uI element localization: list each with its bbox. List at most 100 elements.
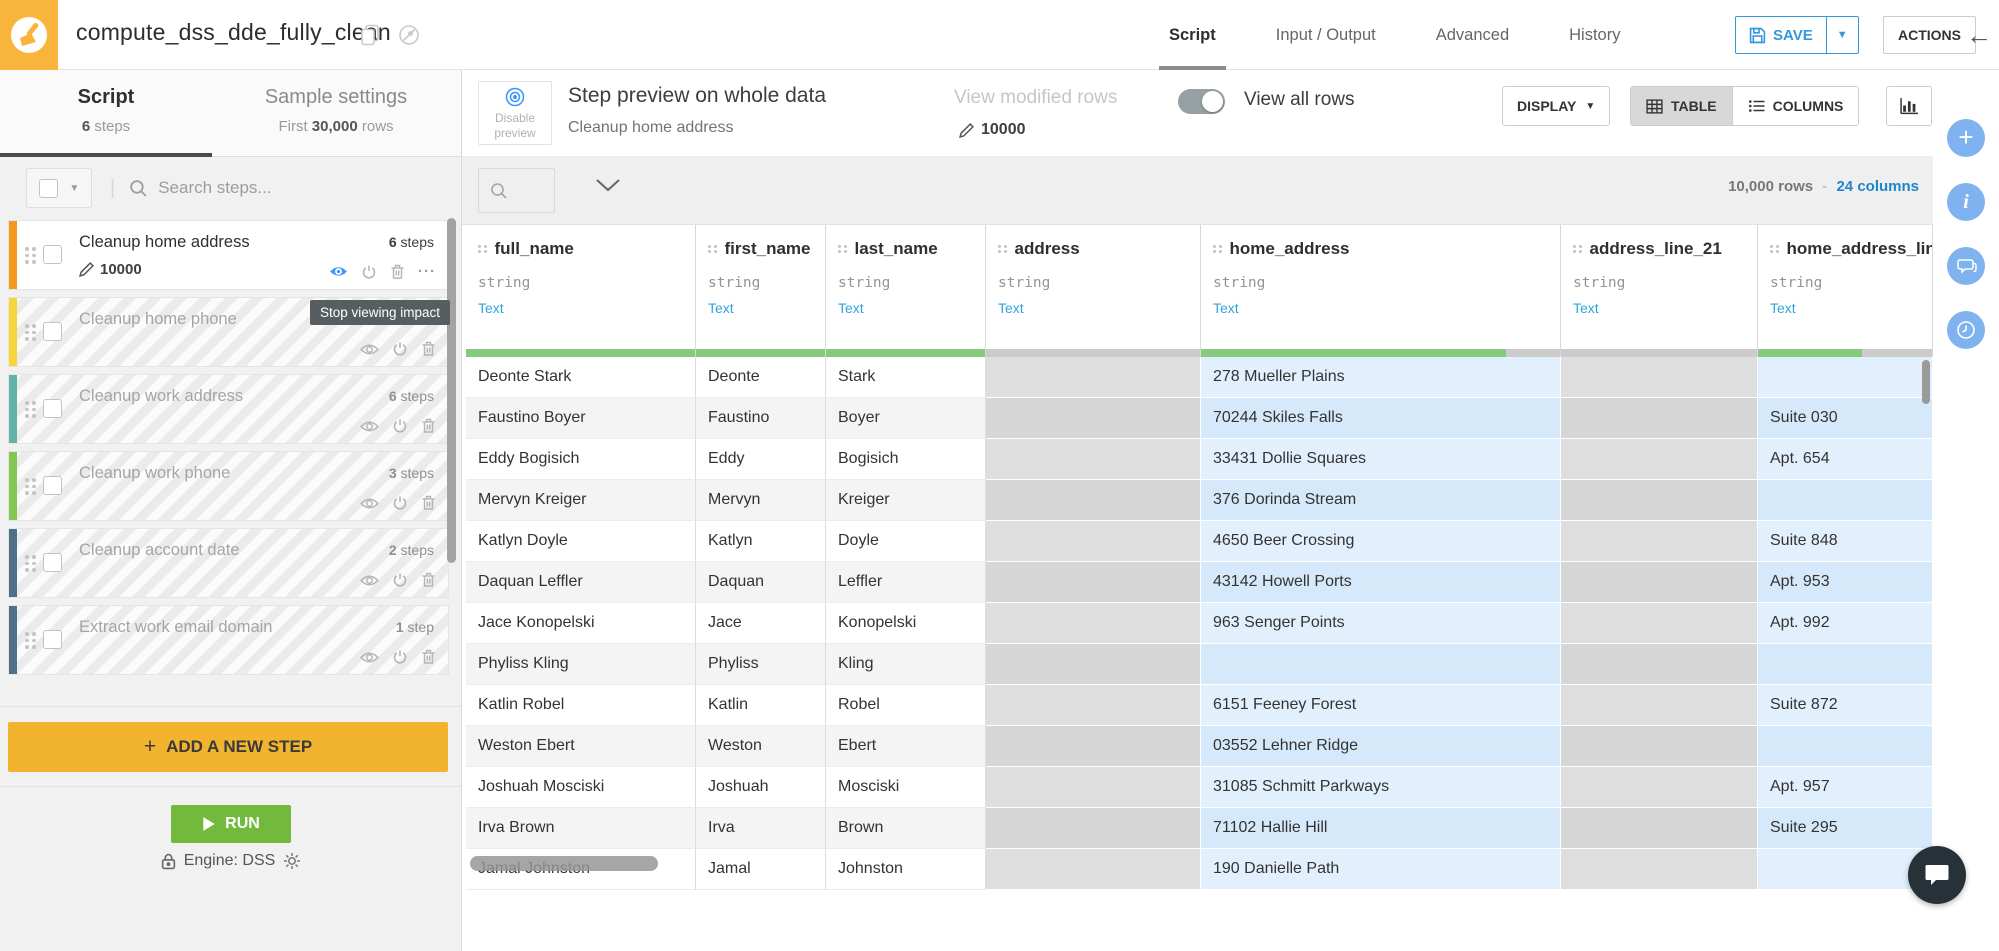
drag-handle-icon[interactable] [25,401,36,418]
drag-handle-icon[interactable] [838,245,847,254]
cell-full_name[interactable]: Weston Ebert [466,726,696,767]
cell-address[interactable] [986,398,1201,439]
step-checkbox[interactable] [43,322,62,341]
view-rows-toggle[interactable] [1178,89,1225,114]
view-all-rows-label[interactable]: View all rows [1244,89,1355,111]
view-impact-button[interactable] [360,419,379,434]
run-button[interactable]: RUN [171,805,291,843]
cell-address_line_21[interactable] [1561,685,1758,726]
select-all-steps-dropdown[interactable]: ▼ [26,168,92,208]
cell-address[interactable] [986,644,1201,685]
cell-last_name[interactable]: Leffler [826,562,986,603]
gear-icon[interactable] [283,852,301,870]
column-type[interactable]: string [1213,275,1548,291]
cell-address[interactable] [986,357,1201,398]
save-button[interactable]: SAVE [1736,17,1826,53]
view-impact-button[interactable] [329,264,348,279]
column-quality-bar[interactable] [466,349,695,357]
delete-step-button[interactable] [421,495,436,511]
tab-script[interactable]: Script [1165,0,1220,70]
cell-last_name[interactable]: Boyer [826,398,986,439]
column-meaning[interactable]: Text [1573,300,1745,316]
cell-first_name[interactable]: Deonte [696,357,826,398]
column-quality-bar[interactable] [1561,349,1757,357]
step-card-4[interactable]: Cleanup work phone3 steps [8,451,449,521]
step-checkbox[interactable] [43,630,62,649]
cell-last_name[interactable]: Johnston [826,849,986,890]
prepare-recipe-icon[interactable] [0,0,58,70]
cell-full_name[interactable]: Katlin Robel [466,685,696,726]
disable-step-button[interactable] [392,418,408,434]
column-header-home_address_lin[interactable]: home_address_linstringText [1758,225,1933,357]
cell-address_line_21[interactable] [1561,808,1758,849]
display-dropdown-button[interactable]: DISPLAY ▼ [1502,86,1610,126]
disable-step-button[interactable] [392,649,408,665]
delete-step-button[interactable] [390,264,405,280]
cell-home_address_lin[interactable] [1758,357,1933,398]
cell-address[interactable] [986,562,1201,603]
table-view-button[interactable]: TABLE [1631,87,1732,125]
cell-first_name[interactable]: Weston [696,726,826,767]
cell-home_address[interactable] [1201,644,1561,685]
column-header-full_name[interactable]: full_namestringText [466,225,696,357]
cell-full_name[interactable]: Mervyn Kreiger [466,480,696,521]
cell-last_name[interactable]: Bogisich [826,439,986,480]
cell-last_name[interactable]: Konopelski [826,603,986,644]
cell-full_name[interactable]: Faustino Boyer [466,398,696,439]
sidebar-tab-sample-settings[interactable]: Sample settings First 30,000 rows [212,70,460,157]
drag-handle-icon[interactable] [25,324,36,341]
cell-address_line_21[interactable] [1561,562,1758,603]
cell-home_address_lin[interactable]: Apt. 953 [1758,562,1933,603]
steps-scrollbar[interactable] [447,218,456,563]
cell-address_line_21[interactable] [1561,480,1758,521]
view-impact-button[interactable] [360,650,379,665]
add-new-step-button[interactable]: + ADD A NEW STEP [8,722,448,772]
cell-home_address_lin[interactable]: Suite 295 [1758,808,1933,849]
column-quality-bar[interactable] [826,349,985,357]
expand-filters-chevron-icon[interactable] [595,178,621,192]
cell-address_line_21[interactable] [1561,849,1758,890]
column-quality-bar[interactable] [1758,349,1932,357]
cell-last_name[interactable]: Kling [826,644,986,685]
cell-address[interactable] [986,849,1201,890]
add-insight-button[interactable]: + [1947,119,1985,157]
cell-last_name[interactable]: Doyle [826,521,986,562]
horizontal-scrollbar[interactable] [470,856,658,871]
steps-search-input[interactable]: Search steps... [158,178,271,198]
cell-full_name[interactable]: Joshuah Mosciski [466,767,696,808]
step-card-6[interactable]: Extract work email domain1 step [8,605,449,675]
drag-handle-icon[interactable] [25,555,36,572]
cell-address[interactable] [986,808,1201,849]
cell-home_address_lin[interactable]: Apt. 992 [1758,603,1933,644]
collapse-panel-arrow-icon[interactable]: ← [1966,20,1992,51]
charts-button[interactable] [1886,86,1932,126]
cell-home_address[interactable]: 6151 Feeney Forest [1201,685,1561,726]
cell-address_line_21[interactable] [1561,521,1758,562]
drag-handle-icon[interactable] [998,245,1007,254]
cell-home_address_lin[interactable]: Suite 872 [1758,685,1933,726]
cell-full_name[interactable]: Deonte Stark [466,357,696,398]
cell-first_name[interactable]: Phyliss [696,644,826,685]
cell-first_name[interactable]: Joshuah [696,767,826,808]
column-quality-bar[interactable] [986,349,1200,357]
column-type[interactable]: string [708,275,813,291]
help-chat-fab[interactable] [1908,846,1966,904]
cell-address_line_21[interactable] [1561,357,1758,398]
discussions-button[interactable] [1947,247,1985,285]
delete-step-button[interactable] [421,649,436,665]
save-dropdown-caret[interactable]: ▼ [1826,17,1858,53]
cell-last_name[interactable]: Kreiger [826,480,986,521]
drag-handle-icon[interactable] [25,247,36,264]
column-type[interactable]: string [998,275,1188,291]
cell-home_address_lin[interactable] [1758,644,1933,685]
tab-input-output[interactable]: Input / Output [1272,0,1380,70]
columns-view-button[interactable]: COLUMNS [1732,87,1859,125]
cell-last_name[interactable]: Robel [826,685,986,726]
column-meaning[interactable]: Text [478,300,683,316]
cell-address[interactable] [986,603,1201,644]
column-quality-bar[interactable] [696,349,825,357]
step-checkbox[interactable] [43,245,62,264]
view-impact-button[interactable] [360,342,379,357]
select-all-checkbox[interactable] [39,179,58,198]
cell-full_name[interactable]: Katlyn Doyle [466,521,696,562]
